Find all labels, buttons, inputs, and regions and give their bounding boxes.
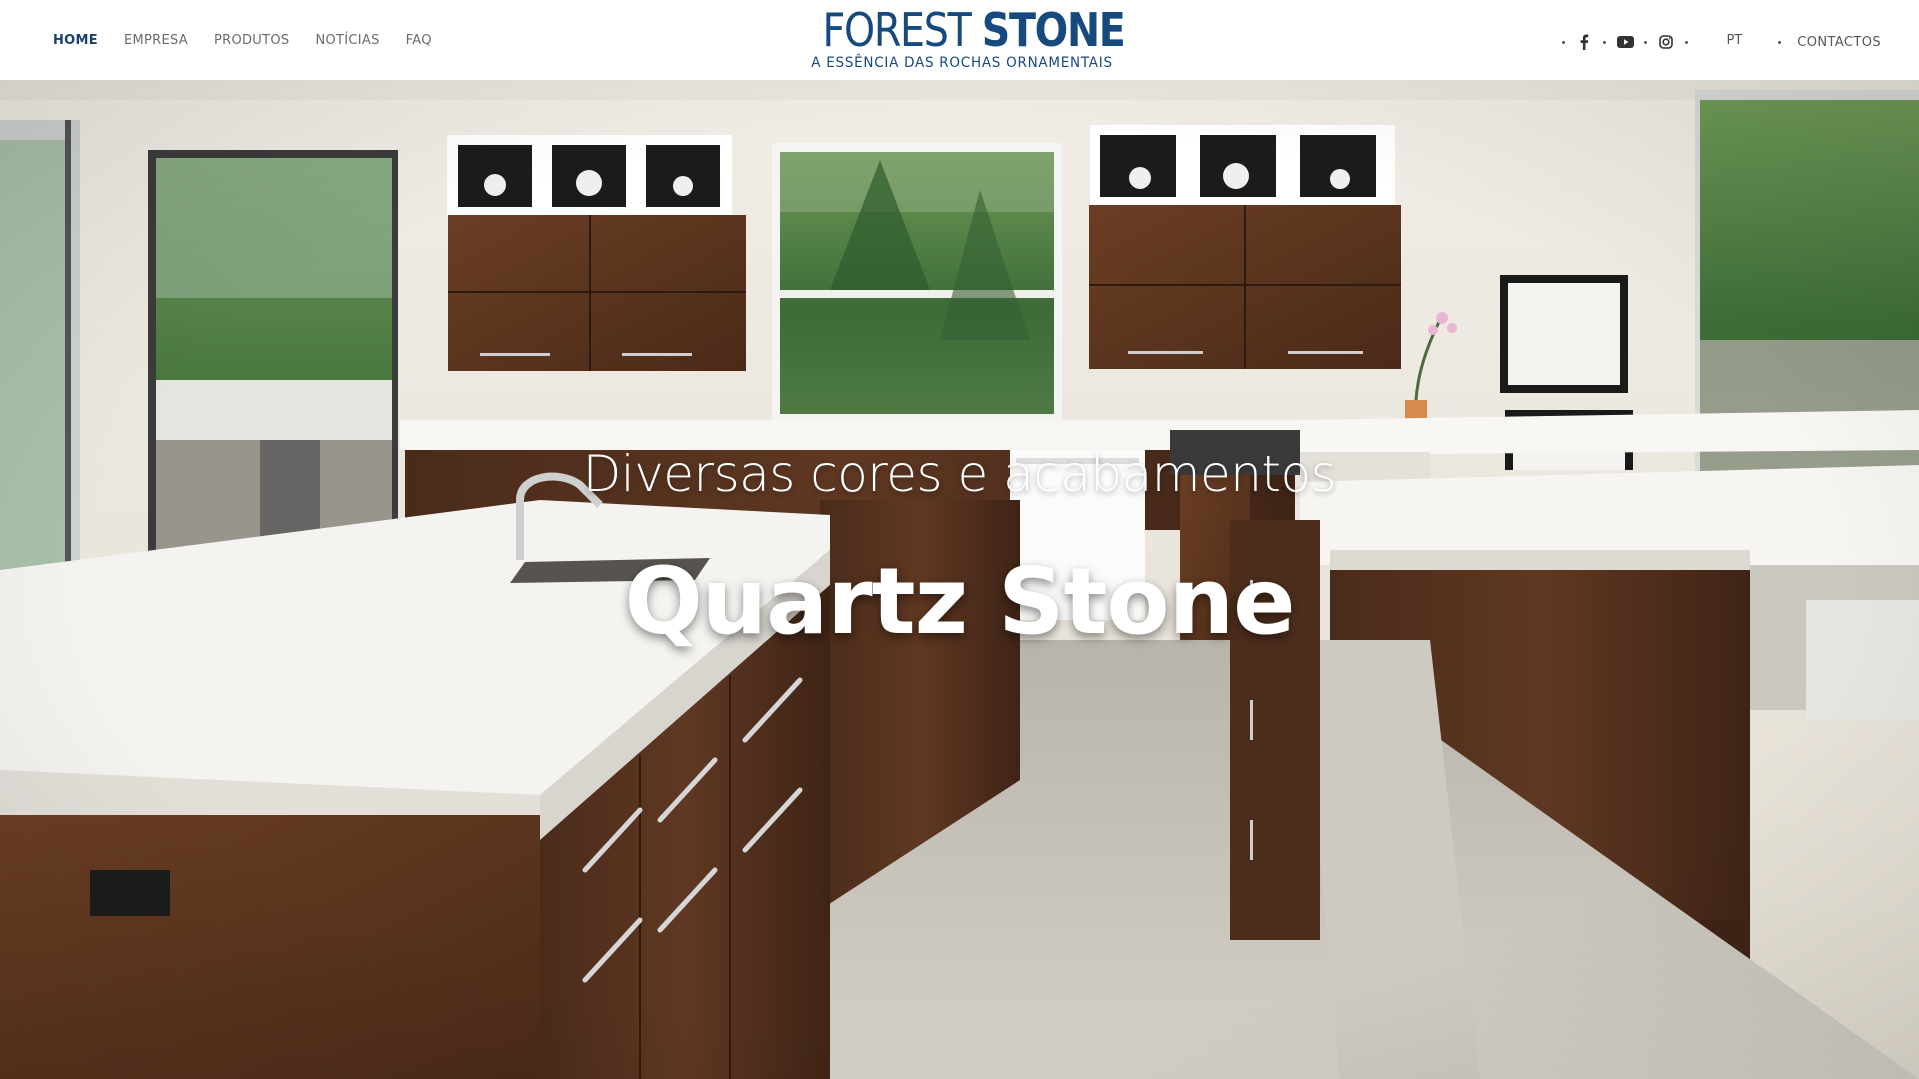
logo-word-forest: FOREST xyxy=(822,3,972,57)
hero-title: Quartz Stone xyxy=(624,548,1295,655)
facebook-icon[interactable] xyxy=(1573,31,1595,53)
language-selector[interactable]: PT xyxy=(1726,33,1742,48)
hero-banner: Diversas cores e acabamentos Quartz Ston… xyxy=(0,80,1919,1079)
separator-dot xyxy=(1644,40,1648,44)
main-nav: HOME EMPRESA PRODUTOS NOTÍCIAS FAQ xyxy=(53,0,432,80)
contacts-link[interactable]: CONTACTOS xyxy=(1797,35,1881,50)
separator-dot xyxy=(1778,40,1782,44)
nav-item-faq[interactable]: FAQ xyxy=(406,33,432,48)
nav-item-produtos[interactable]: PRODUTOS xyxy=(214,33,289,48)
separator-dot xyxy=(1562,40,1566,44)
youtube-icon[interactable] xyxy=(1614,31,1636,53)
nav-item-home[interactable]: HOME xyxy=(53,33,98,48)
nav-item-empresa[interactable]: EMPRESA xyxy=(124,33,188,48)
header-right: PT CONTACTOS xyxy=(1554,0,1881,84)
site-header: HOME EMPRESA PRODUTOS NOTÍCIAS FAQ FORES… xyxy=(0,0,1919,80)
logo-word-stone: STONE xyxy=(981,3,1126,57)
separator-dot xyxy=(1603,40,1607,44)
instagram-icon[interactable] xyxy=(1655,31,1677,53)
logo-wordmark: FOREST STONE xyxy=(822,3,1126,57)
nav-item-noticias[interactable]: NOTÍCIAS xyxy=(315,33,379,48)
logo-tagline: A ESSÊNCIA DAS ROCHAS ORNAMENTAIS xyxy=(811,55,1113,71)
separator-dot xyxy=(1685,40,1689,44)
site-logo[interactable]: FOREST STONE A ESSÊNCIA DAS ROCHAS ORNAM… xyxy=(800,3,1126,74)
hero-subtitle: Diversas cores e acabamentos xyxy=(582,445,1337,503)
